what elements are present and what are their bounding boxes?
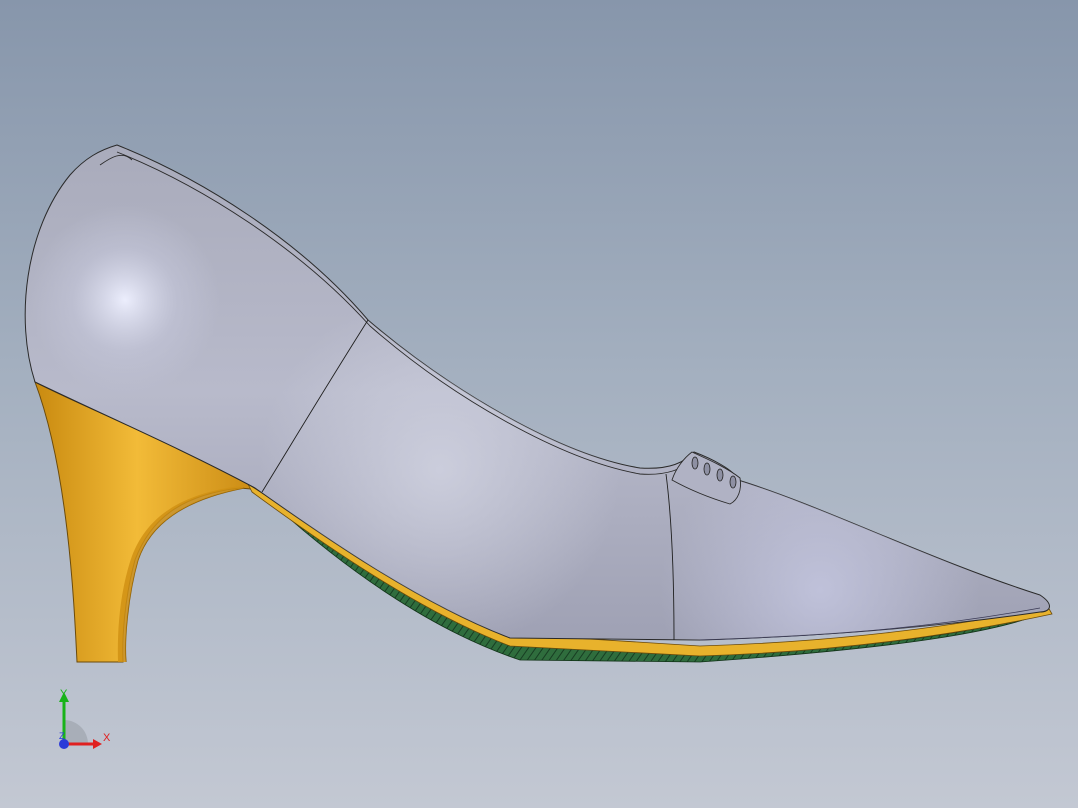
eyelet	[729, 475, 737, 489]
upper-highlight-toe	[25, 145, 1050, 640]
x-axis-arrowhead	[93, 739, 102, 749]
eyelet	[691, 456, 699, 470]
x-axis-label: X	[103, 732, 111, 744]
y-axis-label: Y	[60, 688, 68, 700]
eyelet	[703, 462, 711, 476]
shoe-3d-model[interactable]	[0, 0, 1078, 808]
triad-axes	[59, 692, 102, 749]
eyelet	[716, 468, 724, 482]
triad-plane-shade	[64, 720, 88, 744]
z-axis-label: Z	[59, 731, 65, 741]
view-orientation-triad[interactable]: Y X Z	[40, 680, 130, 760]
cad-graphics-viewport[interactable]: Y X Z	[0, 0, 1078, 808]
